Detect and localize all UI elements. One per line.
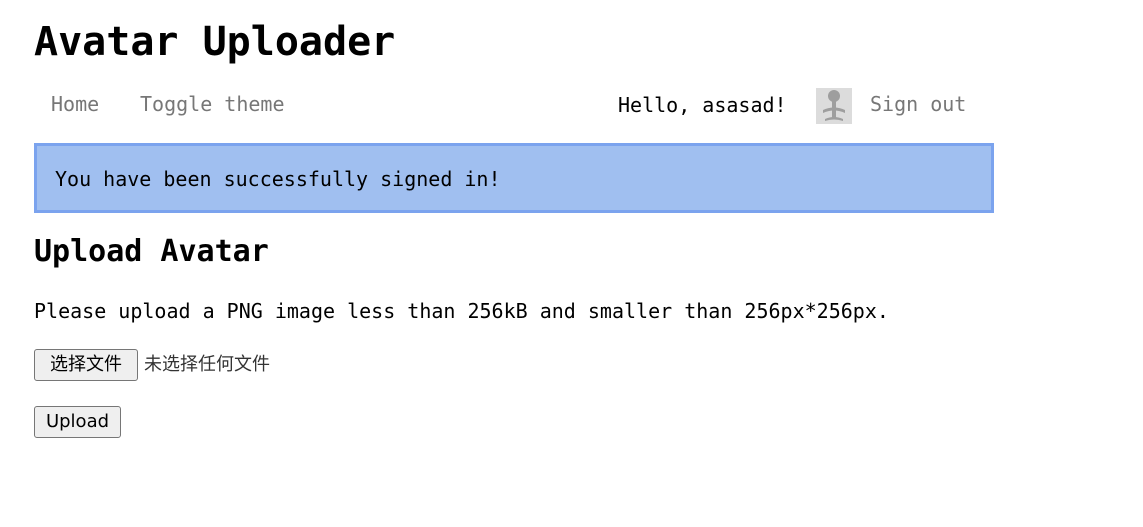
sign-out-link[interactable]: Sign out <box>870 86 966 122</box>
app-title: Avatar Uploader <box>34 19 396 65</box>
avatar <box>816 88 852 124</box>
nav-home-link[interactable]: Home <box>51 86 99 122</box>
upload-instructions: Please upload a PNG image less than 256k… <box>34 299 889 323</box>
section-title: Upload Avatar <box>34 234 269 269</box>
choose-file-button[interactable]: 选择文件 <box>34 349 138 381</box>
file-input[interactable]: 选择文件 未选择任何文件 <box>34 349 270 382</box>
flash-message: You have been successfully signed in! <box>34 143 994 213</box>
file-status-text: 未选择任何文件 <box>144 354 270 375</box>
toggle-theme-link[interactable]: Toggle theme <box>140 86 285 122</box>
upload-row: Upload <box>34 406 121 438</box>
user-greeting: Hello, asasad! <box>618 93 787 117</box>
user-avatar-icon <box>823 90 845 121</box>
top-nav: Home Toggle theme Hello, asasad! Sign ou… <box>34 86 994 124</box>
flash-message-text: You have been successfully signed in! <box>55 167 501 191</box>
upload-button[interactable]: Upload <box>34 406 121 438</box>
